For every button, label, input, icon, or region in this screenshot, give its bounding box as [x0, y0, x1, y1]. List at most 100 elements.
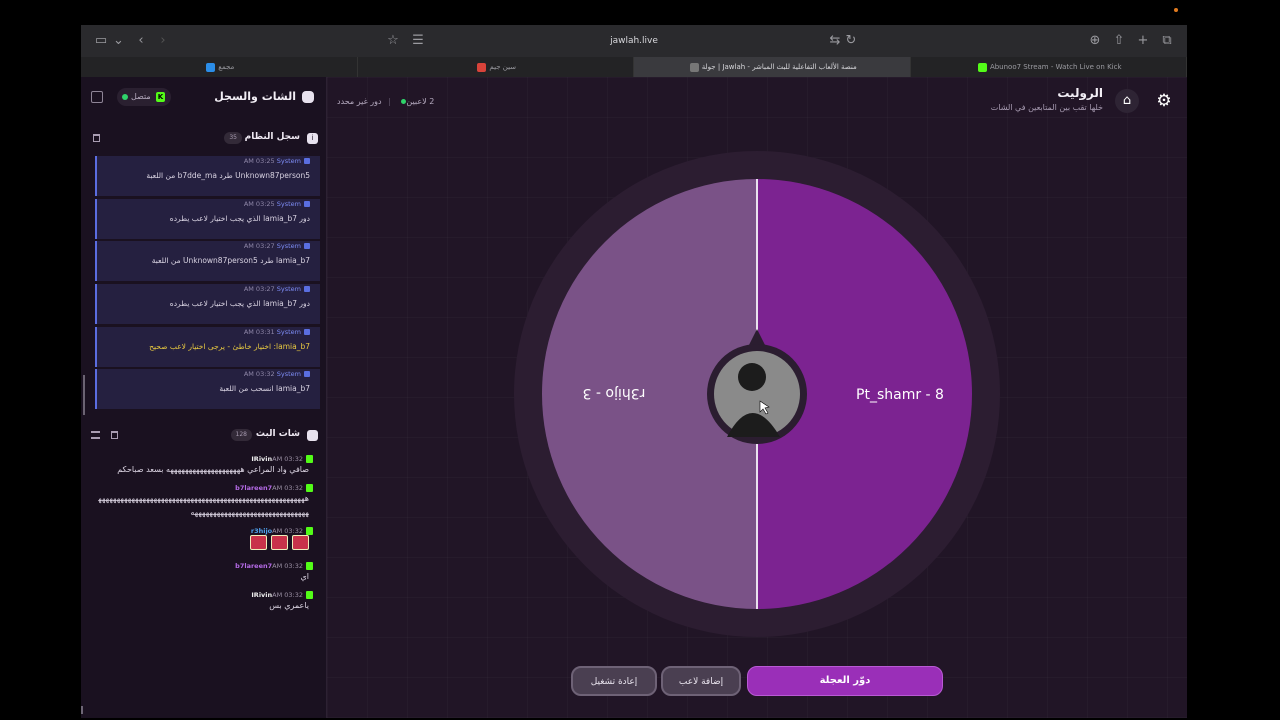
chat-message: IRivinAM 03:32 صافي واد المراعي هههههههه…: [95, 455, 315, 477]
log-user: System: [276, 199, 301, 208]
log-time: AM 03:32: [243, 370, 275, 379]
chat-text: صافي واد المراعي ههههههههههههههههههههه ب…: [117, 465, 309, 474]
kick-icon: K: [156, 92, 165, 102]
kick-icon: [306, 484, 313, 492]
online-dot-icon: [122, 94, 128, 100]
tab-favicon: [689, 62, 699, 72]
tab-bar: مجمع سين جيم جولة | Jawlah - منصة الألعا…: [81, 57, 1187, 77]
chat-time: AM 03:32: [272, 591, 303, 599]
translate-icon[interactable]: ⇆: [827, 33, 843, 49]
system-log-title: سجل النظام: [244, 132, 300, 142]
tabs-overview-icon[interactable]: ⧉: [1159, 33, 1175, 49]
home-button[interactable]: ⌂: [1115, 89, 1139, 113]
chat-text: ياعمري بس: [269, 601, 309, 610]
live-chat-count: 128: [230, 429, 252, 441]
chat-text: هههههههههههههههههههههههههههههههههههههههه…: [98, 494, 309, 517]
collapse-panel-icon[interactable]: [91, 91, 103, 103]
chat-username[interactable]: b7lareen7: [235, 484, 272, 492]
tab-majma[interactable]: مجمع: [81, 57, 358, 77]
status-label: متصل: [131, 92, 151, 101]
live-chat-title: شات البث: [255, 429, 300, 439]
system-log-count: 35: [224, 132, 242, 144]
chat-username[interactable]: IRivin: [251, 455, 272, 463]
game-status: 2 لاعبين | دور غير محدد: [337, 97, 435, 106]
trash-icon[interactable]: [111, 431, 118, 439]
log-text: lamia_b7 انسحب من اللعبة: [219, 384, 310, 394]
chat-time: AM 03:32: [272, 484, 303, 492]
chat-list-icon[interactable]: [91, 431, 100, 439]
system-log-item: AM 03:32 System lamia_b7 انسحب من اللعبة: [95, 369, 320, 410]
chat-time: AM 03:32: [272, 562, 303, 570]
restart-button[interactable]: إعادة تشغيل: [571, 666, 657, 696]
chat-time: AM 03:32: [272, 455, 303, 463]
info-icon: i: [307, 133, 318, 144]
home-icon: ⌂: [1122, 93, 1132, 108]
system-icon: [304, 200, 310, 207]
notification-dot: [1174, 8, 1178, 12]
log-time: AM 03:25: [243, 199, 275, 208]
settings-gear-icon[interactable]: ⚙: [1155, 92, 1173, 110]
tab-seen-jeem[interactable]: سين جيم: [358, 57, 634, 77]
system-icon: [304, 371, 310, 378]
add-player-button[interactable]: إضافة لاعب: [661, 666, 741, 696]
log-user: System: [276, 370, 301, 379]
forward-icon[interactable]: ›: [155, 33, 171, 49]
log-text: lamia_b7 طرد Unknown87person5 من اللعبة: [151, 256, 310, 266]
new-tab-icon[interactable]: +: [1135, 33, 1151, 49]
tab-label: جولة | Jawlah - منصة الألعاب التفاعلية ل…: [701, 63, 857, 71]
kick-icon: [306, 591, 313, 599]
scrollbar[interactable]: [81, 706, 83, 714]
segment-label: r3hijo - 3: [583, 385, 646, 401]
log-user: System: [276, 285, 301, 294]
system-icon: [304, 243, 310, 250]
log-time: AM 03:27: [243, 285, 275, 294]
tab-label: سين جيم: [489, 63, 517, 71]
chat-emotes: [95, 535, 315, 555]
chat-message: b7lareen7AM 03:32 هههههههههههههههههههههه…: [95, 484, 315, 520]
chat-username[interactable]: r3hijo: [251, 527, 272, 535]
tab-label: مجمع: [218, 63, 235, 71]
page-title: الروليت: [1057, 86, 1103, 100]
tab-label: Abunoo7 Stream - Watch Live on Kick: [989, 63, 1122, 71]
log-text: دور lamia_b7 الذي يجب اختيار لاعب يطرده: [169, 213, 310, 223]
emote-icon: [271, 535, 288, 550]
log-user: System: [276, 157, 301, 165]
system-log-item: AM 03:25 System دور lamia_b7 الذي يجب اخ…: [95, 198, 320, 239]
share-icon[interactable]: ⇧: [1111, 33, 1127, 49]
sidebar-toggle-icon[interactable]: ▭: [93, 33, 109, 49]
chat-message: IRivinAM 03:32 ياعمري بس: [95, 591, 315, 613]
system-log-item: AM 03:31 System lamia_b7: اختيار خاطئ - …: [95, 326, 320, 367]
system-icon: [304, 286, 310, 293]
log-user: System: [276, 327, 301, 336]
star-icon[interactable]: ☆: [385, 33, 401, 49]
sidebar-header: متصل K الشات والسجل: [81, 77, 326, 117]
avatar-figure: [738, 363, 766, 391]
address-bar[interactable]: jawlah.live: [413, 30, 855, 52]
log-text: lamia_b7: اختيار خاطئ - يرجى اختيار لاعب…: [149, 341, 310, 351]
log-time: AM 03:25: [243, 157, 275, 165]
log-user: System: [276, 242, 301, 251]
chat-username[interactable]: IRivin: [251, 591, 272, 599]
tab-kick-stream[interactable]: Abunoo7 Stream - Watch Live on Kick: [911, 57, 1187, 77]
system-log-header: 35 سجل النظام i: [81, 126, 326, 150]
scrollbar[interactable]: [83, 375, 85, 415]
tab-favicon: [477, 62, 487, 72]
log-text: Unknown87person5 طرد b7dde_ma من اللعبة: [146, 171, 310, 180]
chat-time: AM 03:32: [272, 527, 303, 535]
chat-bubble-icon: [307, 430, 318, 441]
system-log-item: AM 03:25 System Unknown87person5 طرد b7d…: [95, 156, 320, 196]
tab-jawlah[interactable]: جولة | Jawlah - منصة الألعاب التفاعلية ل…: [634, 57, 911, 77]
roulette-wheel[interactable]: Pt_shamr - 8 r3hijo - 3: [512, 149, 1002, 643]
system-icon: [304, 158, 310, 164]
reload-icon[interactable]: ↻: [843, 33, 859, 49]
emote-icon: [250, 535, 267, 550]
spin-wheel-button[interactable]: دوّر العجلة: [747, 666, 943, 696]
chat-text: اي: [300, 572, 309, 581]
chat-username[interactable]: b7lareen7: [235, 562, 272, 570]
log-time: AM 03:31: [243, 327, 275, 336]
chevron-down-icon[interactable]: ⌄: [113, 33, 124, 49]
back-icon[interactable]: ‹: [133, 33, 149, 49]
segment-label: Pt_shamr - 8: [856, 387, 944, 403]
download-icon[interactable]: ⊕: [1087, 33, 1103, 49]
trash-icon[interactable]: [93, 134, 100, 142]
